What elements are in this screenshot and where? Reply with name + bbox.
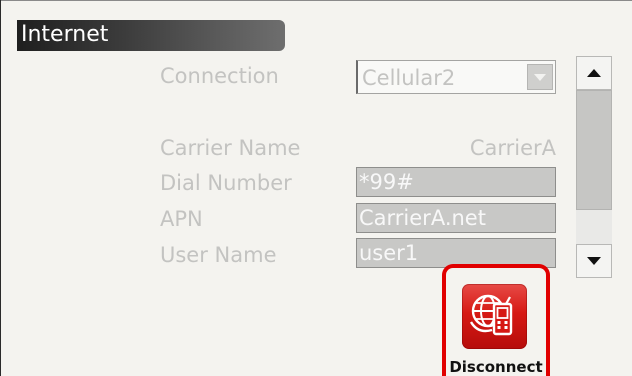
disconnect-label: Disconnect — [449, 358, 543, 376]
scroll-thumb[interactable] — [576, 90, 612, 210]
carrier-name-label: Carrier Name — [160, 136, 301, 160]
apn-field[interactable]: CarrierA.net — [356, 203, 556, 233]
connection-dropdown[interactable]: Cellular2 — [356, 60, 556, 94]
arrow-up-icon — [587, 69, 601, 77]
carrier-name-value: CarrierA — [469, 136, 556, 160]
connection-selected-value: Cellular2 — [362, 66, 456, 90]
window-top-border — [0, 0, 632, 1]
disconnect-button[interactable]: Disconnect — [442, 264, 550, 376]
network-phone-icon — [462, 284, 527, 349]
vertical-scrollbar[interactable] — [576, 56, 612, 278]
user-name-label: User Name — [160, 243, 277, 267]
connection-label: Connection — [160, 64, 279, 88]
window-left-border — [0, 0, 1, 376]
apn-label: APN — [160, 207, 203, 231]
title-bar: Internet — [17, 20, 285, 51]
dial-number-field[interactable]: *99# — [356, 167, 556, 197]
window-title: Internet — [21, 22, 109, 47]
dial-number-label: Dial Number — [160, 171, 292, 195]
chevron-down-icon[interactable] — [527, 64, 553, 90]
scroll-down-button[interactable] — [576, 244, 612, 278]
arrow-down-icon — [587, 257, 601, 265]
scroll-up-button[interactable] — [576, 56, 612, 90]
